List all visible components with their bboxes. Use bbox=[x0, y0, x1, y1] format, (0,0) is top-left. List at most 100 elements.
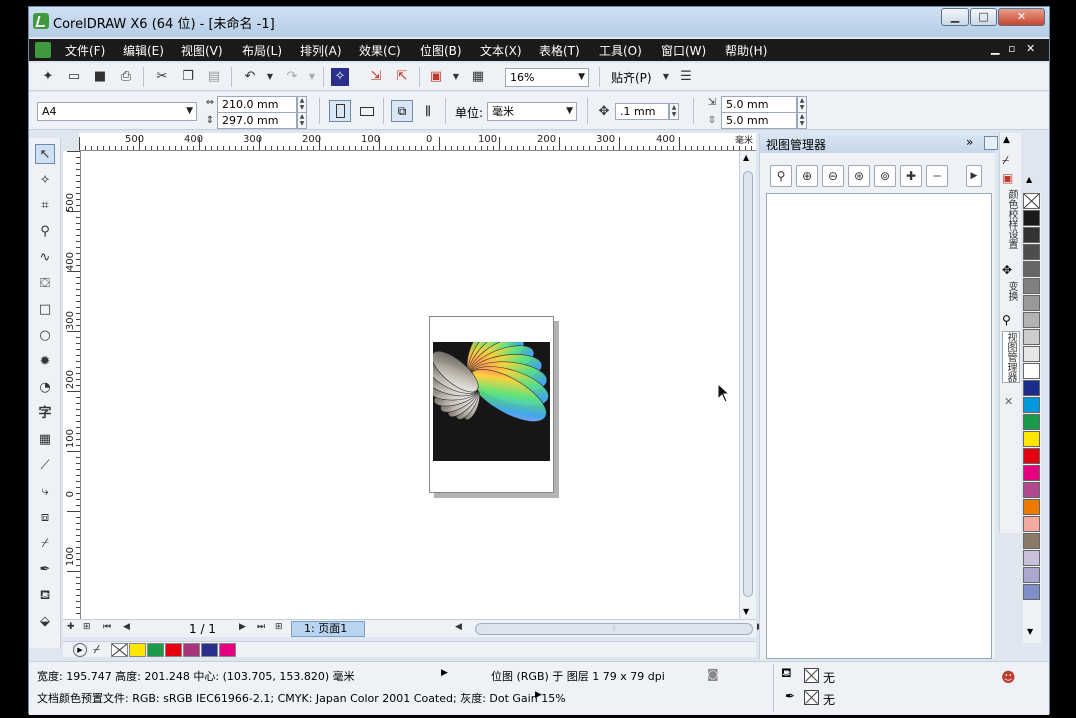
mdi-restore-button[interactable]: ▫ bbox=[1008, 42, 1015, 55]
undo-icon[interactable]: ↶ bbox=[241, 68, 259, 86]
horizontal-ruler[interactable]: 500 400 300 200 100 0 100 200 300 400 bbox=[79, 133, 756, 151]
color-swatch[interactable] bbox=[1023, 227, 1040, 243]
polygon-tool-icon[interactable]: ✹ bbox=[35, 352, 55, 372]
copy-icon[interactable]: ❐ bbox=[179, 68, 197, 86]
mdi-minimize-button[interactable]: ▁ bbox=[991, 42, 999, 55]
palette-flyout-icon[interactable]: ▶ bbox=[73, 643, 87, 657]
ellipse-tool-icon[interactable]: ○ bbox=[35, 326, 55, 346]
menu-bitmaps[interactable]: 位图(B) bbox=[420, 42, 462, 59]
menu-text[interactable]: 文本(X) bbox=[480, 42, 522, 59]
eyedropper-icon[interactable]: ⌿ bbox=[1002, 153, 1009, 168]
zoom-tool-icon[interactable]: ⚲ bbox=[35, 222, 55, 242]
portrait-button[interactable] bbox=[329, 100, 351, 122]
fill-tool-icon[interactable]: ⛾ bbox=[35, 586, 55, 606]
color-swatch[interactable] bbox=[1023, 210, 1040, 226]
zoom-to-selected-icon[interactable]: ⊛ bbox=[848, 165, 870, 187]
zoom-one-shot-icon[interactable]: ⚲ bbox=[770, 165, 792, 187]
color-swatch[interactable] bbox=[1023, 533, 1040, 549]
next-page-icon[interactable]: ▶ bbox=[239, 622, 246, 632]
user-account-icon[interactable]: ☻ bbox=[1001, 670, 1016, 686]
color-swatch[interactable] bbox=[1023, 482, 1040, 498]
add-page-before-icon[interactable]: ⊞ bbox=[83, 622, 91, 632]
search-content-icon[interactable]: ✧ bbox=[331, 68, 349, 86]
scroll-left-icon[interactable]: ◀ bbox=[455, 622, 462, 632]
color-swatch[interactable] bbox=[1023, 567, 1040, 583]
color-swatch[interactable] bbox=[1023, 295, 1040, 311]
color-swatch[interactable] bbox=[1023, 244, 1040, 260]
page-width-spinner[interactable]: ▲ ▼ bbox=[297, 96, 307, 113]
paper-size-combo[interactable]: A4 ▼ bbox=[37, 102, 197, 121]
add-view-icon[interactable]: ✚ bbox=[900, 165, 922, 187]
scroll-up-icon[interactable]: ▲ bbox=[743, 153, 749, 162]
text-tool-icon[interactable]: 字 bbox=[35, 404, 55, 424]
maximize-button[interactable]: □ bbox=[970, 8, 997, 26]
menu-edit[interactable]: 编辑(E) bbox=[123, 42, 164, 59]
new-document-icon[interactable]: ✦ bbox=[39, 68, 57, 86]
view-list[interactable] bbox=[766, 193, 992, 659]
minimize-button[interactable]: ▁ bbox=[941, 8, 969, 26]
document-icon[interactable] bbox=[35, 42, 51, 58]
duplicate-y-field[interactable]: 5.0 mm bbox=[721, 112, 797, 129]
color-swatch[interactable] bbox=[1023, 380, 1040, 396]
color-swatch[interactable] bbox=[1023, 431, 1040, 447]
horizontal-scroll-thumb[interactable]: ⦙ bbox=[475, 623, 753, 635]
color-swatch[interactable] bbox=[1023, 346, 1040, 362]
bitmap-object[interactable] bbox=[433, 342, 550, 461]
previous-page-icon[interactable]: ◀ bbox=[123, 622, 130, 632]
outline-pen-tool-icon[interactable]: ✒ bbox=[35, 560, 55, 580]
snap-to-button[interactable]: 贴齐(P) bbox=[611, 69, 652, 86]
docker-minimize-button[interactable] bbox=[984, 136, 998, 150]
vertical-scroll-thumb[interactable] bbox=[743, 171, 753, 597]
connector-tool-icon[interactable]: ⤷ bbox=[35, 482, 55, 502]
close-tab-icon[interactable]: ✕ bbox=[1004, 395, 1013, 408]
color-swatch[interactable] bbox=[1023, 465, 1040, 481]
document-color-swatch[interactable] bbox=[183, 643, 200, 657]
freehand-tool-icon[interactable]: ∿ bbox=[35, 248, 55, 268]
docker-flyout-icon[interactable]: ▶ bbox=[966, 165, 982, 187]
add-page-after-icon[interactable]: ⊞ bbox=[275, 622, 283, 632]
document-color-swatch[interactable] bbox=[147, 643, 164, 657]
status-flyout-icon[interactable]: ▶ bbox=[441, 668, 448, 678]
duplicate-y-spinner[interactable]: ▲ ▼ bbox=[797, 112, 807, 129]
export-icon[interactable]: ⇱ bbox=[393, 68, 411, 86]
document-color-swatch[interactable] bbox=[129, 643, 146, 657]
redo-icon[interactable]: ↷ bbox=[283, 68, 301, 86]
color-swatch[interactable] bbox=[1023, 550, 1040, 566]
tab-color-proof-settings[interactable]: 颜色校样设置 bbox=[1002, 189, 1020, 249]
menu-effects[interactable]: 效果(C) bbox=[359, 42, 401, 59]
page-tab-1[interactable]: 1: 页面1 bbox=[291, 621, 365, 637]
application-launcher-icon[interactable]: ▣ bbox=[427, 68, 445, 86]
interactive-fill-tool-icon[interactable]: ⬙ bbox=[35, 612, 55, 632]
mdi-close-button[interactable]: ✕ bbox=[1026, 42, 1035, 55]
menu-window[interactable]: 窗口(W) bbox=[661, 42, 706, 59]
drawing-canvas[interactable] bbox=[81, 151, 739, 621]
eyedropper-tool-icon[interactable]: ⌿ bbox=[35, 534, 55, 554]
nudge-distance-spinner[interactable]: ▲ ▼ bbox=[669, 103, 679, 120]
color-swatch[interactable] bbox=[1023, 278, 1040, 294]
navigator-icon[interactable]: ✚ bbox=[67, 622, 75, 632]
close-button[interactable]: ✕ bbox=[998, 8, 1045, 26]
dimension-tool-icon[interactable]: ⟋ bbox=[35, 456, 55, 476]
snap-dropdown-icon[interactable]: ▼ bbox=[657, 68, 675, 86]
save-icon[interactable]: ■ bbox=[91, 68, 109, 86]
first-page-icon[interactable]: ⏮ bbox=[103, 622, 111, 632]
document-page[interactable] bbox=[429, 316, 554, 493]
palette-scroll-down-icon[interactable]: ▼ bbox=[1027, 627, 1033, 636]
nudge-distance-field[interactable]: .1 mm bbox=[615, 103, 669, 120]
import-icon[interactable]: ⇲ bbox=[367, 68, 385, 86]
undo-dropdown-icon[interactable]: ▼ bbox=[261, 68, 279, 86]
color-proof-status-icon[interactable]: ◙ bbox=[707, 667, 719, 681]
menu-help[interactable]: 帮助(H) bbox=[725, 42, 767, 59]
color-swatch[interactable] bbox=[1023, 329, 1040, 345]
unit-combo[interactable]: 毫米 ▼ bbox=[487, 102, 577, 121]
vertical-ruler[interactable]: 500 400 300 200 100 0 100 bbox=[63, 151, 81, 629]
scroll-down-icon[interactable]: ▼ bbox=[743, 607, 749, 616]
page-height-field[interactable]: 297.0 mm bbox=[217, 112, 297, 129]
color-swatch[interactable] bbox=[1023, 261, 1040, 277]
duplicate-x-spinner[interactable]: ▲ ▼ bbox=[797, 96, 807, 113]
outline-color-swatch[interactable] bbox=[804, 690, 819, 705]
menu-table[interactable]: 表格(T) bbox=[539, 42, 580, 59]
page-width-field[interactable]: 210.0 mm bbox=[217, 96, 297, 113]
color-swatch[interactable] bbox=[1023, 516, 1040, 532]
duplicate-x-field[interactable]: 5.0 mm bbox=[721, 96, 797, 113]
